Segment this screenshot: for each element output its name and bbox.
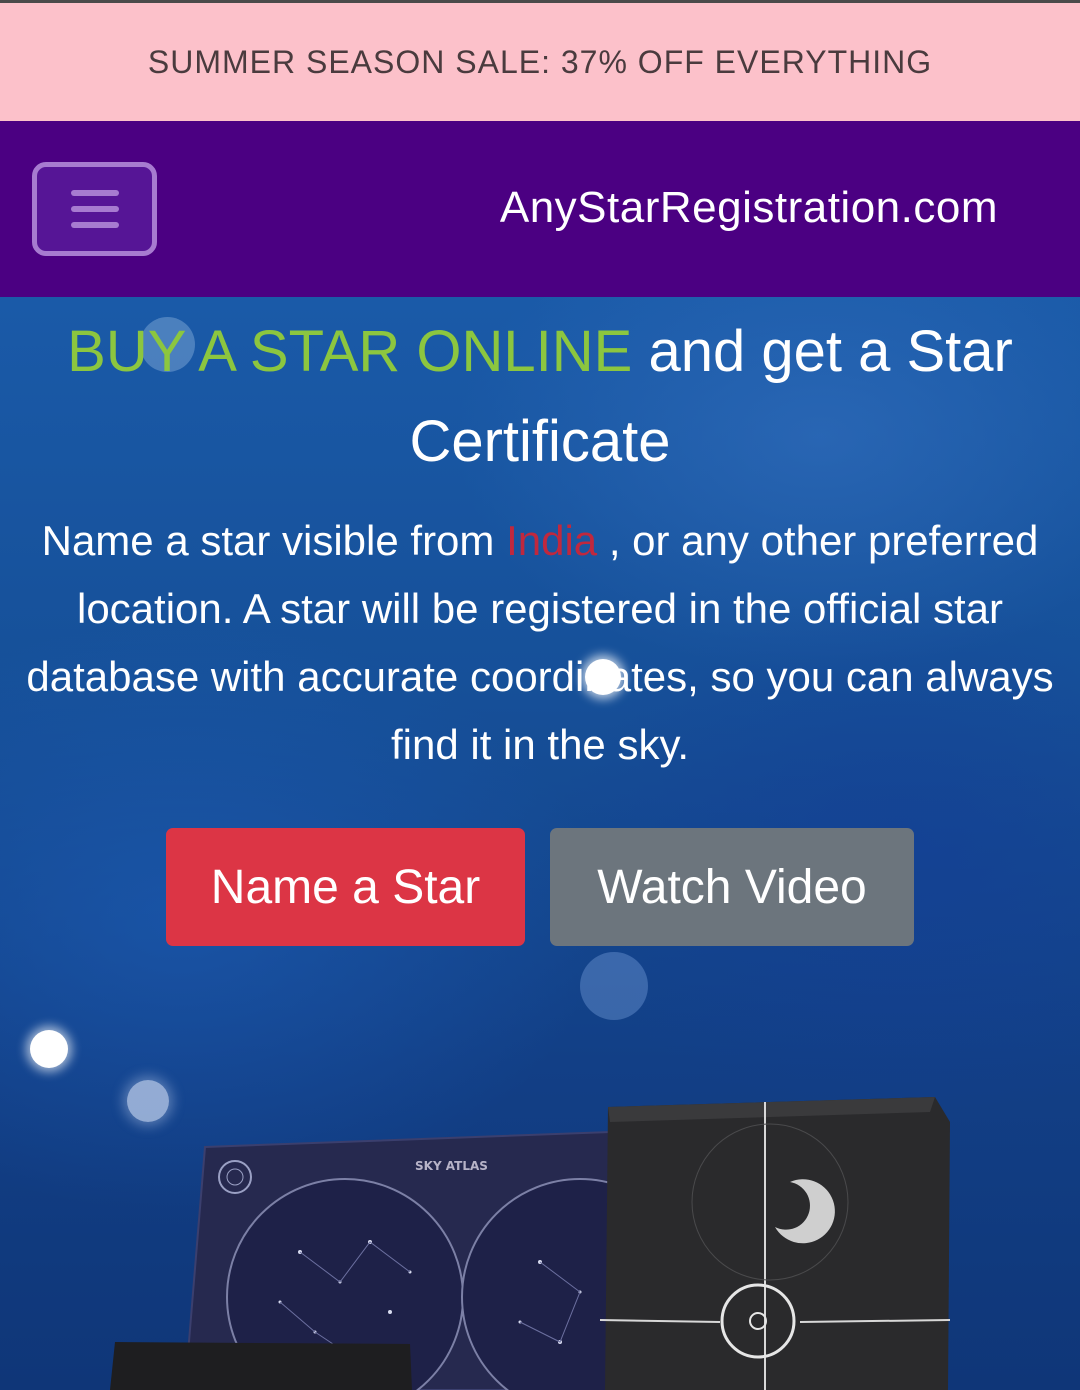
sparkle-decoration (580, 952, 648, 1020)
hero-description: Name a star visible from India , or any … (5, 507, 1075, 779)
site-brand-link[interactable]: AnyStarRegistration.com (500, 183, 998, 233)
hero-title: BUY A STAR ONLINE and get a Star Certifi… (40, 307, 1040, 487)
hero-title-highlight: BUY A STAR ONLINE (67, 319, 633, 384)
star-kit-product-image: SKY ATLAS (110, 1097, 950, 1390)
name-a-star-button[interactable]: Name a Star (166, 828, 525, 946)
promo-text: SUMMER SEASON SALE: 37% OFF EVERYTHING (147, 43, 933, 80)
sparkle-decoration (30, 1030, 68, 1068)
product-label-text: SKY ATLAS (415, 1159, 488, 1173)
menu-toggle-button[interactable] (32, 162, 157, 256)
navbar: AnyStarRegistration.com (0, 121, 1080, 297)
hero-section: BUY A STAR ONLINE and get a Star Certifi… (0, 297, 1080, 1390)
hamburger-menu-icon (70, 190, 119, 228)
description-text: Name a star visible from (41, 517, 507, 564)
location-link[interactable]: India (506, 517, 597, 564)
promo-banner: SUMMER SEASON SALE: 37% OFF EVERYTHING (0, 0, 1080, 121)
watch-video-button[interactable]: Watch Video (550, 828, 914, 946)
